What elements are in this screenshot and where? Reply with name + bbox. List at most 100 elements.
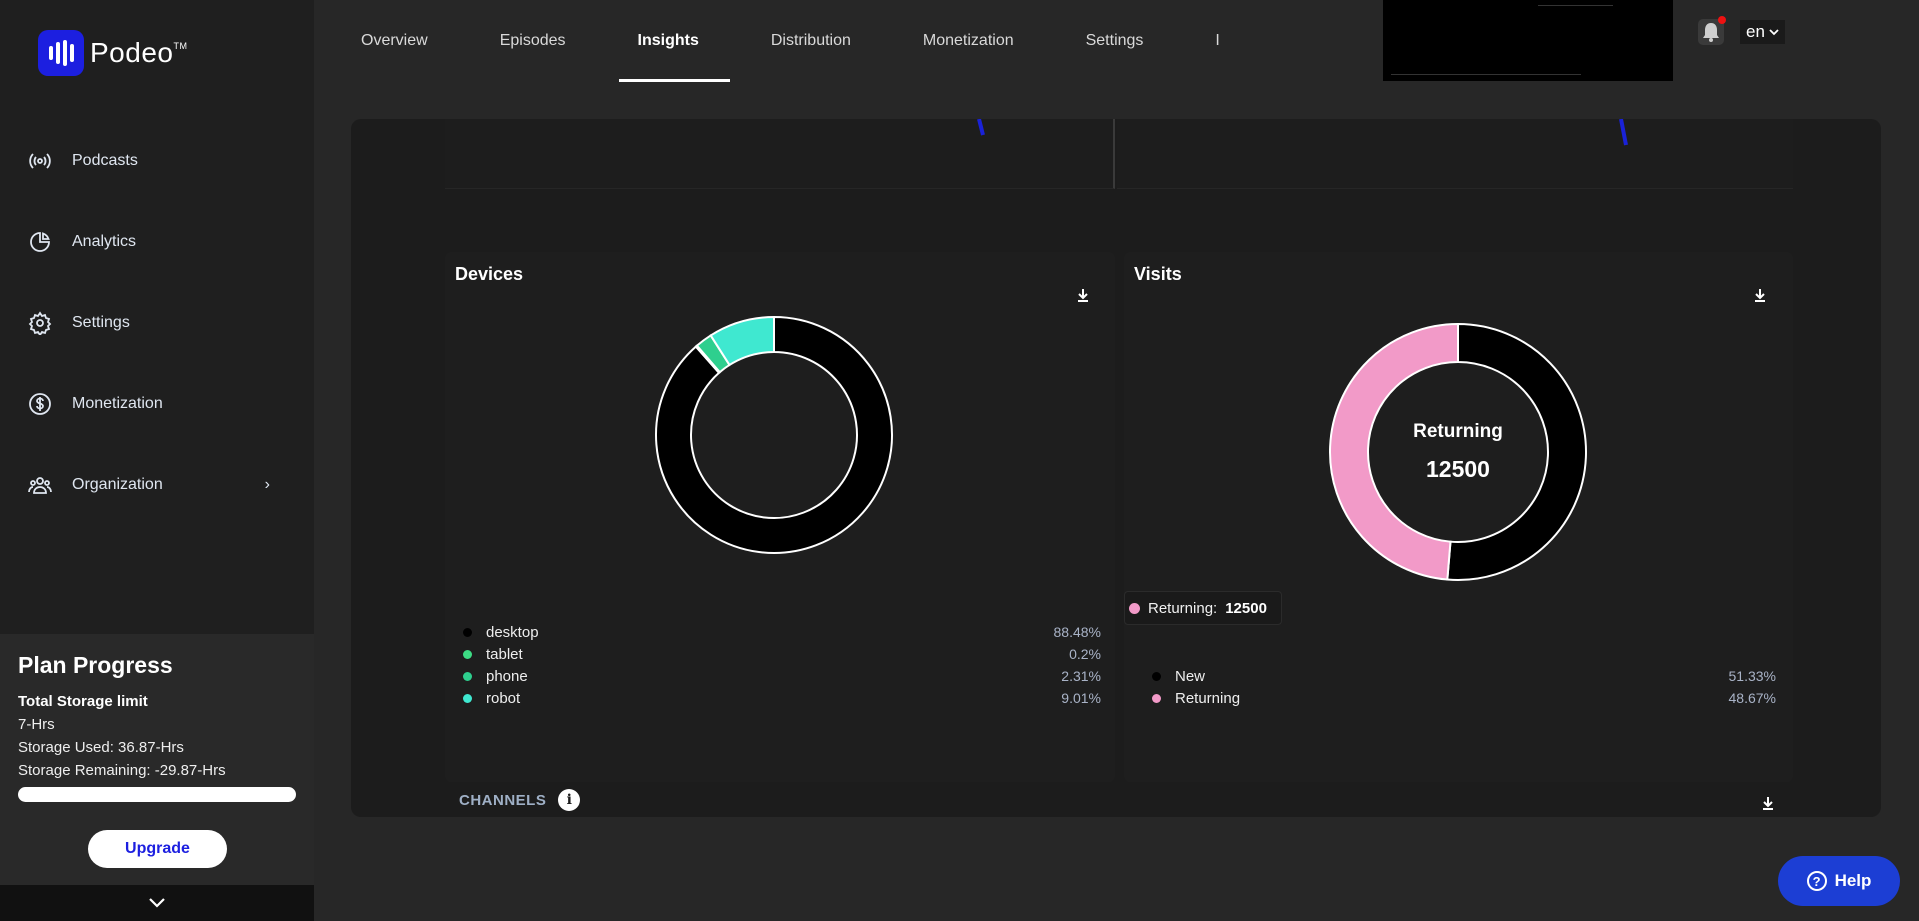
donut-slice-new[interactable]: [1446, 322, 1587, 581]
podeo-logo[interactable]: PodeoTM: [38, 30, 187, 76]
storage-used: Storage Used: 36.87-Hrs: [18, 739, 184, 756]
chevron-down-icon: [149, 898, 165, 908]
download-icon[interactable]: [1753, 288, 1767, 302]
sidebar-item-label: Monetization: [72, 394, 163, 412]
previous-chart-right: [1117, 119, 1793, 189]
tab-monetization[interactable]: Monetization: [902, 0, 1035, 82]
insights-panel: Devices desktop 88.48% tablet 0.2% phone 2.31…: [351, 119, 1881, 817]
broadcast-icon: [29, 152, 51, 169]
legend-item-returning[interactable]: Returning 48.67%: [1152, 687, 1776, 709]
sidebar-item-monetization[interactable]: Monetization: [0, 363, 314, 444]
storage-progress-fill: [18, 787, 296, 802]
tooltip-value: 12500: [1225, 599, 1267, 617]
visits-card: Visits Returning 12500 Returning: 12500 …: [1124, 252, 1793, 782]
tab-overview[interactable]: Overview: [340, 0, 449, 82]
tab-settings[interactable]: Settings: [1065, 0, 1165, 82]
legend-value: 9.01%: [1061, 690, 1101, 706]
storage-limit-value: 7-Hrs: [18, 716, 55, 733]
channels-label: CHANNELS: [459, 791, 547, 809]
legend-value: 2.31%: [1061, 668, 1101, 684]
devices-card: Devices desktop 88.48% tablet 0.2% phone 2.31…: [445, 252, 1115, 782]
visits-tooltip: Returning: 12500: [1124, 591, 1282, 625]
tooltip-label: Returning:: [1148, 599, 1218, 617]
sidebar-item-analytics[interactable]: Analytics: [0, 201, 314, 282]
legend-dot: [463, 649, 472, 659]
question-icon: ?: [1806, 871, 1827, 891]
legend-label: desktop: [486, 623, 539, 641]
legend-value: 88.48%: [1053, 624, 1101, 640]
donut-slice-returning[interactable]: [1329, 322, 1459, 581]
previous-charts-row: [445, 119, 1793, 189]
plan-title: Plan Progress: [18, 652, 173, 678]
storage-progress-bar: [18, 787, 296, 802]
visits-center-value: 12500: [1426, 456, 1490, 482]
devices-legend: desktop 88.48% tablet 0.2% phone 2.31% robot 9.…: [463, 621, 1101, 709]
legend-dot: [463, 627, 472, 637]
legend-label: Returning: [1175, 689, 1241, 707]
brand-name: PodeoTM: [90, 37, 188, 68]
legend-item-robot[interactable]: robot 9.01%: [463, 687, 1101, 709]
storage-limit-title: Total Storage limit: [18, 693, 148, 710]
plan-progress: Plan Progress Total Storage limit 7-Hrs …: [0, 634, 314, 885]
legend-item-tablet[interactable]: tablet 0.2%: [463, 643, 1101, 665]
legend-value: 0.2%: [1069, 646, 1101, 662]
visits-center-label: Returning: [1413, 421, 1503, 442]
gear-icon: [28, 310, 52, 335]
tab-truncated[interactable]: I: [1194, 0, 1240, 82]
visits-legend: New 51.33% Returning 48.67%: [1152, 665, 1776, 709]
tooltip-dot: [1129, 602, 1140, 614]
sidebar-item-podcasts[interactable]: Podcasts: [0, 120, 314, 201]
people-icon: [28, 476, 52, 494]
sidebar-item-label: Settings: [72, 313, 130, 331]
tab-episodes[interactable]: Episodes: [479, 0, 587, 82]
legend-item-phone[interactable]: phone 2.31%: [463, 665, 1101, 687]
legend-dot: [463, 671, 472, 681]
legend-item-desktop[interactable]: desktop 88.48%: [463, 621, 1101, 643]
collapse-button[interactable]: [0, 885, 314, 921]
sidebar-item-label: Organization: [72, 475, 163, 493]
redacted-area: [1383, 0, 1673, 81]
legend-dot: [1152, 693, 1161, 703]
tab-distribution[interactable]: Distribution: [750, 0, 872, 82]
chart-fragment: [1619, 119, 1628, 146]
info-icon[interactable]: i: [558, 789, 581, 811]
legend-dot: [463, 693, 472, 703]
chevron-down-icon: [1769, 28, 1779, 35]
legend-dot: [1152, 671, 1161, 681]
notification-dot: [1718, 16, 1726, 24]
chevron-right-icon: ›: [264, 475, 270, 493]
upgrade-button[interactable]: Upgrade: [88, 830, 227, 868]
legend-label: robot: [486, 689, 521, 707]
sidebar-item-label: Podcasts: [72, 151, 138, 169]
sidebar-item-settings[interactable]: Settings: [0, 282, 314, 363]
channels-header: CHANNELS i: [459, 789, 581, 811]
language-value: en: [1746, 22, 1765, 41]
tab-insights[interactable]: Insights: [617, 0, 731, 82]
pie-chart-icon: [30, 231, 50, 252]
legend-label: New: [1175, 667, 1206, 685]
visits-title: Visits: [1134, 264, 1182, 284]
sidebar: PodeoTM Podcasts Analytics Settings Mone…: [0, 0, 314, 921]
podeo-logo-icon: [38, 30, 84, 76]
help-label: Help: [1834, 871, 1872, 890]
previous-chart-left: [445, 119, 1115, 189]
sidebar-item-label: Analytics: [72, 232, 137, 250]
devices-title: Devices: [455, 264, 524, 284]
legend-label: tablet: [486, 645, 523, 663]
dollar-icon: [29, 392, 51, 415]
sidebar-nav: Podcasts Analytics Settings Monetization…: [0, 120, 314, 525]
visits-donut-chart: [1329, 322, 1587, 581]
top-tabs: Overview Episodes Insights Distribution …: [340, 0, 1271, 82]
language-select[interactable]: en: [1740, 20, 1785, 44]
chart-fragment: [977, 119, 985, 136]
legend-label: phone: [486, 667, 528, 685]
legend-value: 48.67%: [1728, 690, 1776, 706]
storage-remaining: Storage Remaining: -29.87-Hrs: [18, 762, 226, 779]
devices-donut-chart: [655, 315, 893, 554]
legend-value: 51.33%: [1728, 668, 1776, 684]
help-button[interactable]: ? Help: [1778, 856, 1900, 906]
sidebar-item-organization[interactable]: Organization ›: [0, 444, 314, 525]
download-icon[interactable]: [1761, 796, 1775, 810]
download-icon[interactable]: [1076, 288, 1090, 302]
legend-item-new[interactable]: New 51.33%: [1152, 665, 1776, 687]
